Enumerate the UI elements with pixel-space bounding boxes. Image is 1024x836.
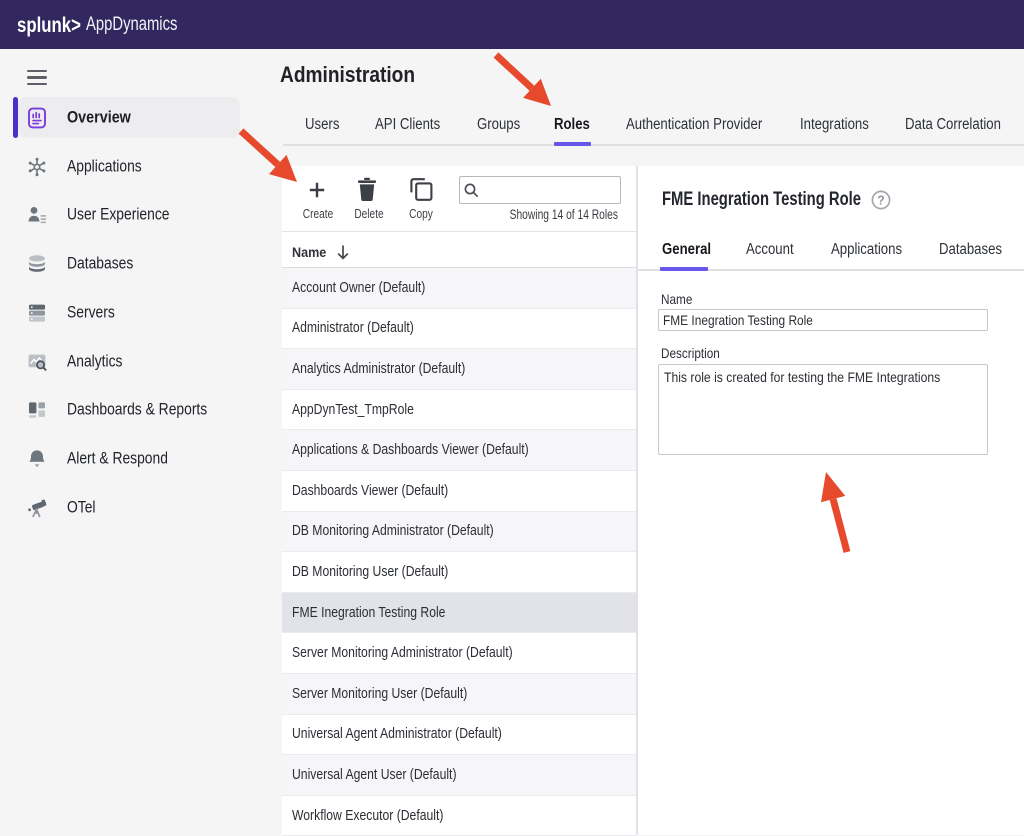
svg-text:?: ? bbox=[877, 194, 885, 208]
